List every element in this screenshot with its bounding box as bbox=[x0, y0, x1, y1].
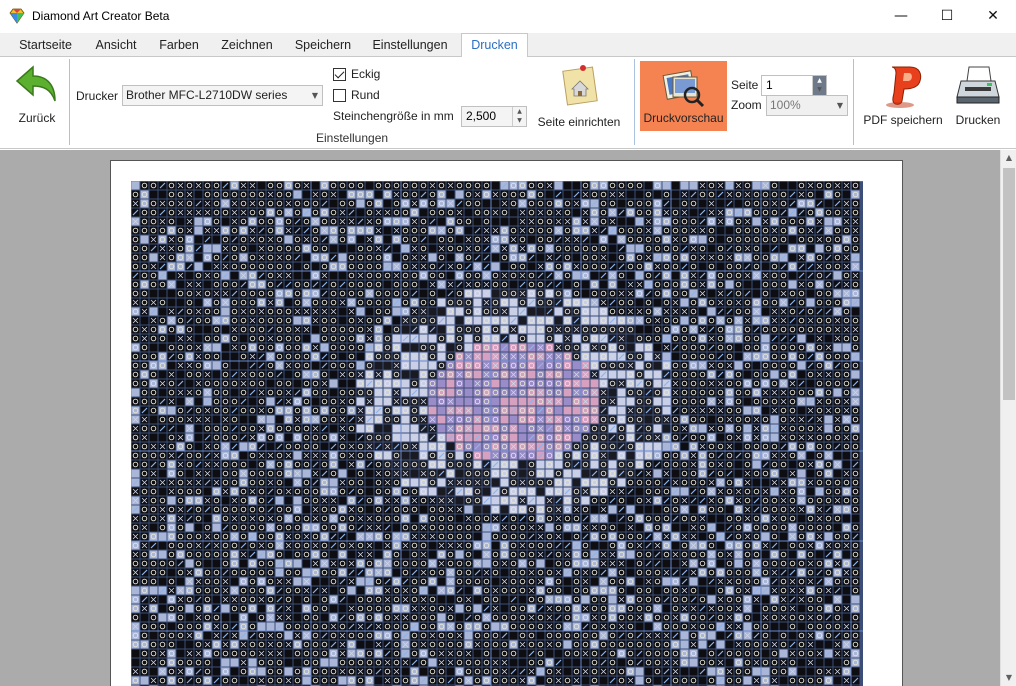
print-button[interactable]: Drucken bbox=[950, 63, 1006, 127]
print-preview-button[interactable]: Druckvorschau bbox=[640, 61, 727, 131]
spin-down-icon[interactable]: ▼ bbox=[813, 85, 826, 94]
page-number-input[interactable]: 1 ▲ ▼ bbox=[761, 75, 827, 96]
printer-icon bbox=[956, 66, 1000, 104]
checkbox-round-box bbox=[333, 88, 346, 102]
chevron-down-icon: ▼ bbox=[311, 91, 318, 100]
back-label: Zurück bbox=[18, 111, 56, 125]
chevron-down-icon: ▼ bbox=[836, 101, 843, 110]
scroll-down-icon[interactable]: ▼ bbox=[1001, 670, 1016, 686]
diamond-app-icon bbox=[9, 8, 25, 24]
scrollbar-thumb[interactable] bbox=[1003, 168, 1015, 400]
printer-label: Drucker bbox=[76, 89, 119, 103]
zoom-select[interactable]: 100% ▼ bbox=[766, 95, 848, 116]
page-setup-label: Seite einrichten bbox=[537, 115, 621, 129]
minimize-button[interactable]: — bbox=[878, 0, 924, 32]
stone-size-value: 2,500 bbox=[466, 109, 497, 123]
tab-farben[interactable]: Farben bbox=[149, 34, 209, 57]
ribbon-separator bbox=[69, 59, 70, 145]
print-preview-page bbox=[110, 160, 903, 686]
vertical-scrollbar[interactable]: ▲ ▼ bbox=[1000, 150, 1016, 686]
ribbon-tabs: Startseite Ansicht Farben Zeichnen Speic… bbox=[0, 33, 1016, 58]
stone-size-input[interactable]: 2,500 ▲ ▼ bbox=[461, 106, 527, 127]
zoom-select-value: 100% bbox=[770, 98, 801, 112]
page-number-value: 1 bbox=[766, 78, 773, 92]
tab-startseite[interactable]: Startseite bbox=[8, 34, 83, 57]
checkbox-square-box bbox=[333, 67, 346, 81]
preview-area[interactable] bbox=[0, 150, 1000, 686]
square-checkbox[interactable]: Eckig bbox=[333, 67, 380, 81]
tab-einstellungen[interactable]: Einstellungen bbox=[363, 34, 457, 57]
print-preview-icon bbox=[662, 70, 704, 108]
window-title: Diamond Art Creator Beta bbox=[32, 9, 170, 23]
printer-select-value: Brother MFC-L2710DW series bbox=[126, 88, 288, 102]
round-checkbox[interactable]: Rund bbox=[333, 88, 380, 102]
square-label: Eckig bbox=[351, 67, 381, 81]
scroll-up-icon[interactable]: ▲ bbox=[1001, 150, 1016, 166]
tab-ansicht[interactable]: Ansicht bbox=[85, 34, 147, 57]
spin-up-icon[interactable]: ▲ bbox=[813, 76, 826, 85]
zoom-label: Zoom bbox=[731, 98, 762, 112]
tab-drucken[interactable]: Drucken bbox=[461, 33, 528, 58]
close-button[interactable]: ✕ bbox=[970, 0, 1016, 32]
spin-up-icon[interactable]: ▲ bbox=[513, 107, 526, 116]
printer-select[interactable]: Brother MFC-L2710DW series ▼ bbox=[122, 85, 323, 106]
back-button[interactable]: Zurück bbox=[8, 61, 66, 125]
settings-group-label: Einstellungen bbox=[316, 131, 389, 145]
ribbon-panel: Zurück Drucker Brother MFC-L2710DW serie… bbox=[0, 57, 1016, 149]
page-label: Seite bbox=[731, 78, 759, 92]
page-setup-button[interactable]: Seite einrichten bbox=[536, 63, 622, 129]
round-label: Rund bbox=[351, 88, 380, 102]
stone-size-label: Steinchengröße in mm bbox=[333, 109, 454, 123]
pdf-icon bbox=[886, 66, 922, 108]
tab-zeichnen[interactable]: Zeichnen bbox=[211, 34, 283, 57]
tab-speichern[interactable]: Speichern bbox=[285, 34, 361, 57]
minimize-icon: — bbox=[894, 8, 908, 24]
close-icon: ✕ bbox=[987, 8, 999, 24]
pdf-save-button[interactable]: PDF speichern bbox=[860, 63, 946, 127]
spin-down-icon[interactable]: ▼ bbox=[513, 116, 526, 125]
maximize-icon: ☐ bbox=[940, 8, 954, 24]
print-label: Drucken bbox=[955, 113, 1001, 127]
ribbon-separator bbox=[634, 59, 635, 145]
title-bar: Diamond Art Creator Beta — ☐ ✕ bbox=[0, 0, 1016, 32]
print-preview-label: Druckvorschau bbox=[643, 111, 724, 125]
pdf-save-label: PDF speichern bbox=[863, 113, 943, 127]
maximize-button[interactable]: ☐ bbox=[924, 0, 970, 32]
back-arrow-icon bbox=[15, 65, 56, 102]
diamond-pattern-grid bbox=[131, 181, 863, 686]
ribbon-separator bbox=[853, 59, 854, 145]
page-setup-icon bbox=[562, 65, 598, 106]
